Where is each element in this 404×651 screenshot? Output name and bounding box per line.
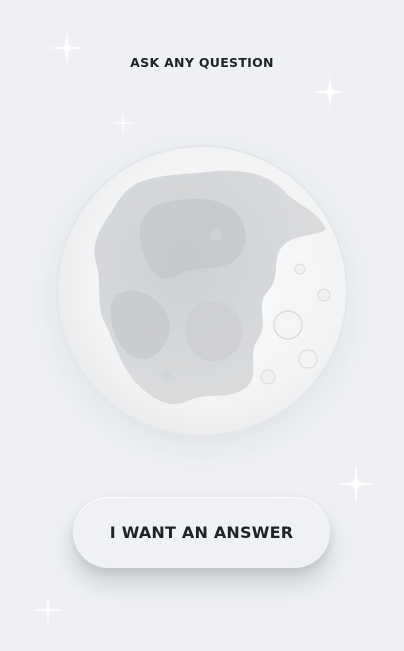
sparkle-icon bbox=[31, 593, 65, 627]
sparkle-icon bbox=[310, 72, 350, 112]
app-screen: ASK ANY QUESTION I WANT AN ANSWER bbox=[0, 0, 404, 651]
answer-button-label: I WANT AN ANSWER bbox=[109, 523, 294, 542]
moon-illustration[interactable] bbox=[56, 145, 348, 437]
prompt-heading: ASK ANY QUESTION bbox=[130, 55, 274, 70]
answer-button[interactable]: I WANT AN ANSWER bbox=[73, 497, 330, 568]
sparkle-icon bbox=[333, 461, 379, 507]
sparkle-icon bbox=[110, 110, 136, 136]
